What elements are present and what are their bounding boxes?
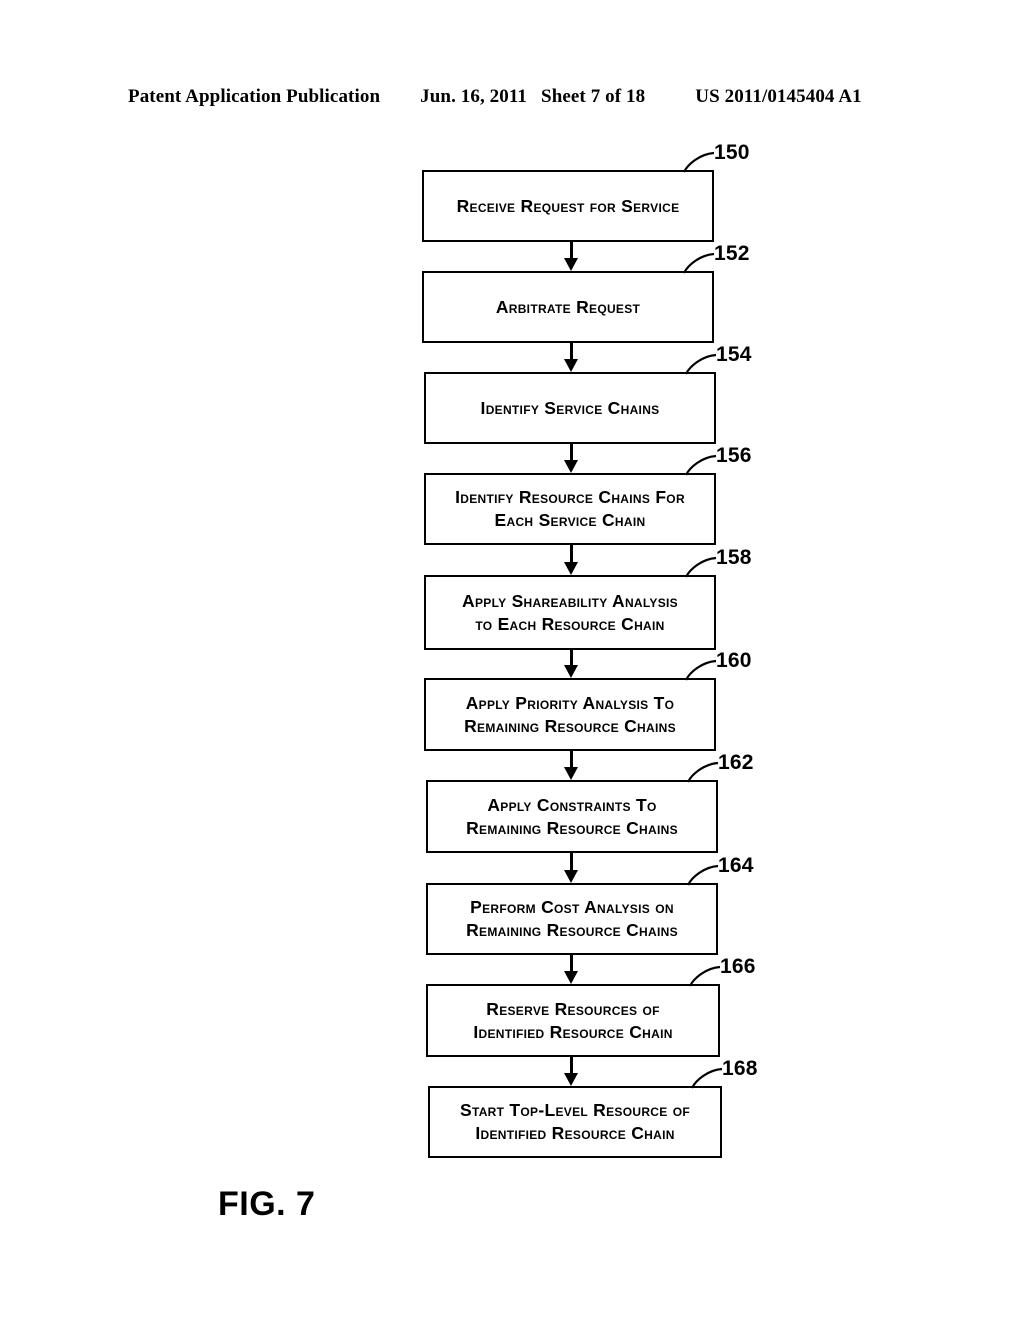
ref-number-162: 162 bbox=[718, 751, 754, 774]
flow-connector-166-168 bbox=[559, 1057, 585, 1086]
ref-number-156: 156 bbox=[716, 444, 752, 467]
flow-step-156-label: Identify Resource Chains For Each Servic… bbox=[455, 487, 685, 530]
flow-connector-164-166 bbox=[559, 955, 585, 984]
flow-step-168: Start Top-Level Resource of Identified R… bbox=[428, 1086, 722, 1158]
ref-number-150: 150 bbox=[714, 141, 750, 164]
flow-step-152: Arbitrate Request bbox=[422, 271, 714, 343]
flow-step-166: Reserve Resources of Identified Resource… bbox=[426, 984, 720, 1057]
flow-step-154-label: Identify Service Chains bbox=[480, 397, 660, 418]
flow-step-158-label: Apply Shareability Analysis to Each Reso… bbox=[462, 590, 678, 634]
flow-step-150-label: Receive Request for Service bbox=[456, 195, 680, 216]
flow-connector-158-160 bbox=[559, 650, 585, 678]
flow-step-164: Perform Cost Analysis on Remaining Resou… bbox=[426, 883, 718, 955]
flowchart-figure: Receive Request for Service 150 Arbitrat… bbox=[0, 0, 1024, 1320]
flow-step-158: Apply Shareability Analysis to Each Reso… bbox=[424, 575, 716, 650]
figure-caption: FIG. 7 bbox=[218, 1185, 316, 1223]
flow-step-162-label: Apply Constraints To Remaining Resource … bbox=[466, 794, 678, 838]
ref-number-164: 164 bbox=[718, 854, 754, 877]
ref-number-166: 166 bbox=[720, 955, 756, 978]
flow-step-150: Receive Request for Service bbox=[422, 170, 714, 242]
ref-number-154: 154 bbox=[716, 343, 752, 366]
flow-step-168-label: Start Top-Level Resource of Identified R… bbox=[460, 1100, 690, 1143]
ref-number-158: 158 bbox=[716, 546, 752, 569]
flow-step-164-label: Perform Cost Analysis on Remaining Resou… bbox=[466, 897, 678, 940]
flow-step-160: Apply Priority Analysis To Remaining Res… bbox=[424, 678, 716, 751]
flow-connector-150-152 bbox=[559, 242, 585, 271]
flow-step-154: Identify Service Chains bbox=[424, 372, 716, 444]
flow-step-152-label: Arbitrate Request bbox=[495, 296, 641, 317]
flow-connector-160-162 bbox=[559, 751, 585, 780]
flow-connector-156-158 bbox=[559, 545, 585, 575]
flow-connector-154-156 bbox=[559, 444, 585, 473]
flow-connector-162-164 bbox=[559, 853, 585, 883]
flow-connector-152-154 bbox=[559, 343, 585, 372]
ref-number-168: 168 bbox=[722, 1057, 758, 1080]
flow-step-156: Identify Resource Chains For Each Servic… bbox=[424, 473, 716, 545]
flow-step-160-label: Apply Priority Analysis To Remaining Res… bbox=[464, 692, 676, 736]
flow-step-162: Apply Constraints To Remaining Resource … bbox=[426, 780, 718, 853]
ref-number-152: 152 bbox=[714, 242, 750, 265]
flow-step-166-label: Reserve Resources of Identified Resource… bbox=[473, 998, 673, 1042]
ref-number-160: 160 bbox=[716, 649, 752, 672]
